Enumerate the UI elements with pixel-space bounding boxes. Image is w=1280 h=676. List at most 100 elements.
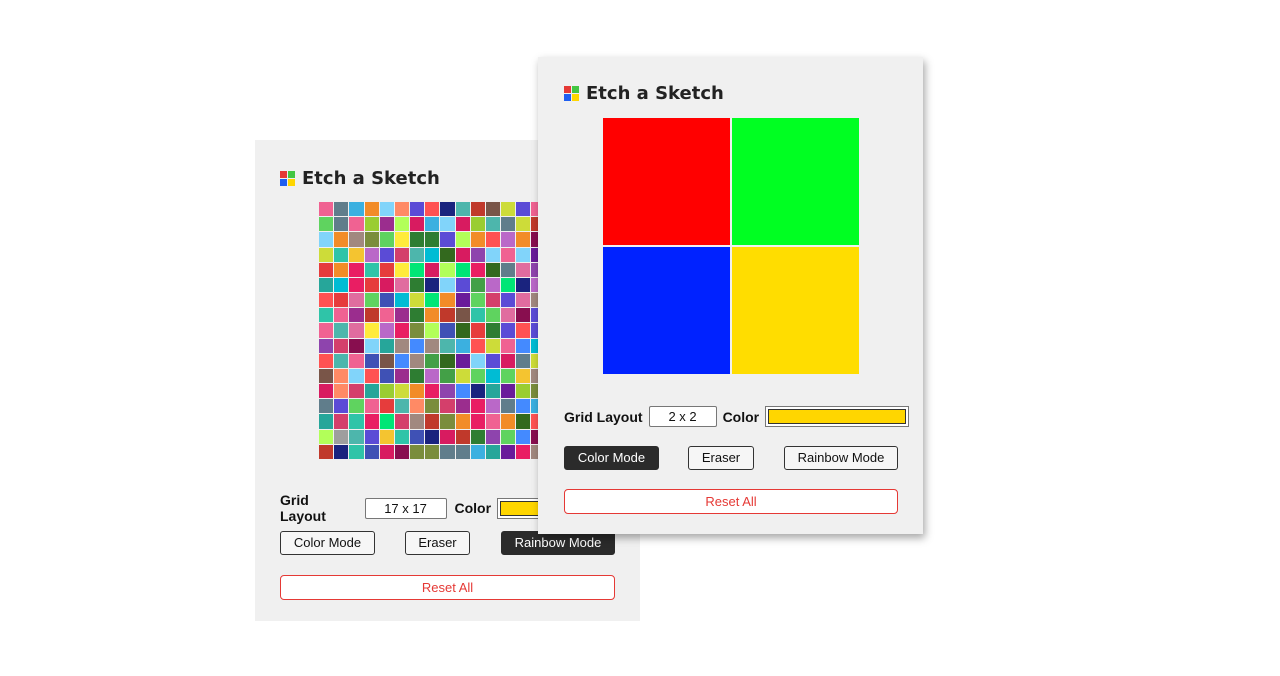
rainbow-mode-button[interactable]: Rainbow Mode bbox=[784, 446, 898, 470]
grid-cell[interactable] bbox=[501, 308, 516, 323]
grid-cell[interactable] bbox=[319, 444, 334, 459]
grid-cell[interactable] bbox=[485, 202, 501, 217]
grid-cell[interactable] bbox=[470, 414, 485, 429]
grid-cell[interactable] bbox=[379, 399, 394, 414]
grid-cell[interactable] bbox=[732, 247, 859, 374]
grid-cell[interactable] bbox=[485, 444, 501, 459]
grid-cell[interactable] bbox=[410, 202, 425, 217]
grid-cell[interactable] bbox=[425, 217, 440, 232]
rainbow-mode-button[interactable]: Rainbow Mode bbox=[501, 531, 615, 555]
grid-cell[interactable] bbox=[364, 368, 379, 384]
grid-cell[interactable] bbox=[501, 217, 516, 232]
grid-cell[interactable] bbox=[410, 429, 425, 444]
grid-cell[interactable] bbox=[394, 293, 410, 308]
grid-cell[interactable] bbox=[410, 277, 425, 293]
grid-cell[interactable] bbox=[425, 293, 440, 308]
grid-cell[interactable] bbox=[319, 353, 334, 368]
grid-cell[interactable] bbox=[470, 232, 485, 247]
grid-cell[interactable] bbox=[485, 353, 501, 368]
grid-cell[interactable] bbox=[440, 399, 455, 414]
reset-all-button[interactable]: Reset All bbox=[280, 575, 615, 600]
grid-cell[interactable] bbox=[319, 293, 334, 308]
grid-cell[interactable] bbox=[485, 232, 501, 247]
grid-cell[interactable] bbox=[410, 308, 425, 323]
grid-cell[interactable] bbox=[516, 368, 531, 384]
grid-cell[interactable] bbox=[455, 414, 470, 429]
grid-cell[interactable] bbox=[501, 202, 516, 217]
grid-cell[interactable] bbox=[364, 323, 379, 338]
grid-cell[interactable] bbox=[470, 217, 485, 232]
color-picker[interactable] bbox=[765, 406, 910, 427]
grid-cell[interactable] bbox=[425, 262, 440, 277]
grid-cell[interactable] bbox=[501, 353, 516, 368]
grid-cell[interactable] bbox=[319, 323, 334, 338]
grid-cell[interactable] bbox=[455, 232, 470, 247]
grid-cell[interactable] bbox=[470, 384, 485, 399]
grid-cell[interactable] bbox=[379, 262, 394, 277]
grid-cell[interactable] bbox=[470, 247, 485, 262]
grid-cell[interactable] bbox=[319, 217, 334, 232]
grid-cell[interactable] bbox=[485, 399, 501, 414]
grid-cell[interactable] bbox=[425, 338, 440, 353]
grid-cell[interactable] bbox=[394, 429, 410, 444]
grid-cell[interactable] bbox=[334, 202, 349, 217]
grid-cell[interactable] bbox=[501, 262, 516, 277]
grid-cell[interactable] bbox=[364, 202, 379, 217]
grid-cell[interactable] bbox=[425, 247, 440, 262]
grid-cell[interactable] bbox=[455, 323, 470, 338]
grid-cell[interactable] bbox=[516, 429, 531, 444]
grid-cell[interactable] bbox=[364, 293, 379, 308]
grid-cell[interactable] bbox=[319, 202, 334, 217]
grid-cell[interactable] bbox=[516, 247, 531, 262]
grid-cell[interactable] bbox=[455, 353, 470, 368]
grid-cell[interactable] bbox=[485, 429, 501, 444]
grid-cell[interactable] bbox=[410, 384, 425, 399]
grid-cell[interactable] bbox=[364, 414, 379, 429]
grid-cell[interactable] bbox=[455, 202, 470, 217]
grid-cell[interactable] bbox=[319, 277, 334, 293]
grid-cell[interactable] bbox=[501, 338, 516, 353]
grid-cell[interactable] bbox=[319, 368, 334, 384]
grid-cell[interactable] bbox=[349, 232, 364, 247]
grid-cell[interactable] bbox=[349, 202, 364, 217]
grid-cell[interactable] bbox=[364, 232, 379, 247]
grid-cell[interactable] bbox=[410, 232, 425, 247]
grid-cell[interactable] bbox=[425, 444, 440, 459]
grid-cell[interactable] bbox=[455, 277, 470, 293]
grid-cell[interactable] bbox=[425, 368, 440, 384]
grid-cell[interactable] bbox=[349, 277, 364, 293]
grid-cell[interactable] bbox=[364, 277, 379, 293]
grid-cell[interactable] bbox=[516, 399, 531, 414]
grid-cell[interactable] bbox=[516, 202, 531, 217]
grid-cell[interactable] bbox=[425, 232, 440, 247]
grid-cell[interactable] bbox=[364, 399, 379, 414]
grid-cell[interactable] bbox=[364, 262, 379, 277]
grid-cell[interactable] bbox=[516, 323, 531, 338]
grid-cell[interactable] bbox=[349, 308, 364, 323]
grid-cell[interactable] bbox=[349, 353, 364, 368]
grid-cell[interactable] bbox=[394, 277, 410, 293]
grid-cell[interactable] bbox=[319, 247, 334, 262]
grid-cell[interactable] bbox=[379, 338, 394, 353]
grid-cell[interactable] bbox=[516, 444, 531, 459]
grid-cell[interactable] bbox=[410, 323, 425, 338]
grid-cell[interactable] bbox=[440, 444, 455, 459]
grid-cell[interactable] bbox=[319, 308, 334, 323]
grid-cell[interactable] bbox=[379, 353, 394, 368]
grid-cell[interactable] bbox=[516, 232, 531, 247]
grid-cell[interactable] bbox=[394, 232, 410, 247]
grid-cell[interactable] bbox=[440, 232, 455, 247]
grid-cell[interactable] bbox=[485, 368, 501, 384]
grid-cell[interactable] bbox=[364, 247, 379, 262]
grid-cell[interactable] bbox=[455, 262, 470, 277]
grid-cell[interactable] bbox=[319, 262, 334, 277]
grid-cell[interactable] bbox=[425, 277, 440, 293]
grid-cell[interactable] bbox=[394, 338, 410, 353]
grid-cell[interactable] bbox=[425, 308, 440, 323]
grid-cell[interactable] bbox=[410, 368, 425, 384]
grid-cell[interactable] bbox=[410, 444, 425, 459]
grid-cell[interactable] bbox=[334, 414, 349, 429]
grid-cell[interactable] bbox=[455, 308, 470, 323]
grid-cell[interactable] bbox=[334, 384, 349, 399]
sketch-grid[interactable] bbox=[603, 118, 859, 374]
